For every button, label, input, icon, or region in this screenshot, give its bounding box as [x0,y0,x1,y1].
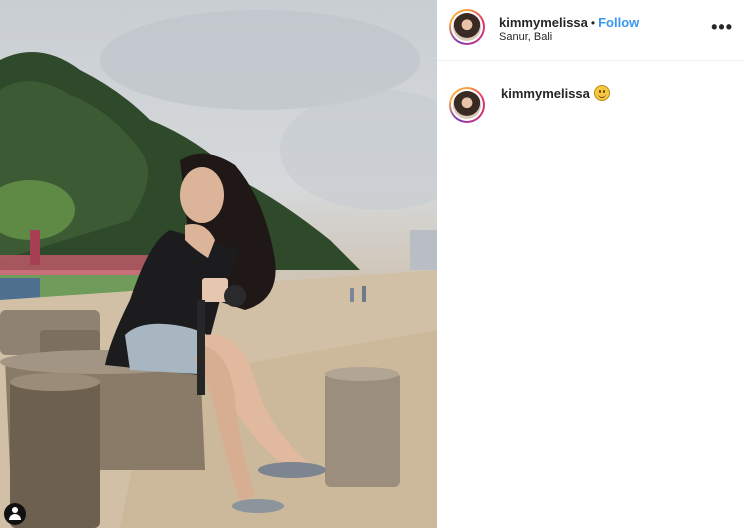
slightly-smiling-face-icon [593,85,610,101]
header-separator: • [590,16,596,30]
beach-photo-illustration [0,10,437,528]
post-header: kimmymelissa • Follow Sanur, Bali ••• [437,0,745,61]
header-avatar[interactable] [449,9,485,45]
caption-username[interactable]: kimmymelissa [501,86,590,101]
header-user-line: kimmymelissa • Follow [499,14,639,32]
caption-row: kimmymelissa [437,84,745,128]
caption-avatar[interactable] [449,87,485,123]
post-photo[interactable] [0,0,437,528]
post-sidebar: kimmymelissa • Follow Sanur, Bali ••• kimm… [437,0,745,528]
caption-text: kimmymelissa [501,85,610,103]
follow-button[interactable]: Follow [598,15,639,30]
post-location[interactable]: Sanur, Bali [499,31,552,43]
header-username[interactable]: kimmymelissa [499,15,588,30]
user-tag-icon[interactable] [4,503,26,525]
more-options-icon[interactable]: ••• [711,18,733,36]
